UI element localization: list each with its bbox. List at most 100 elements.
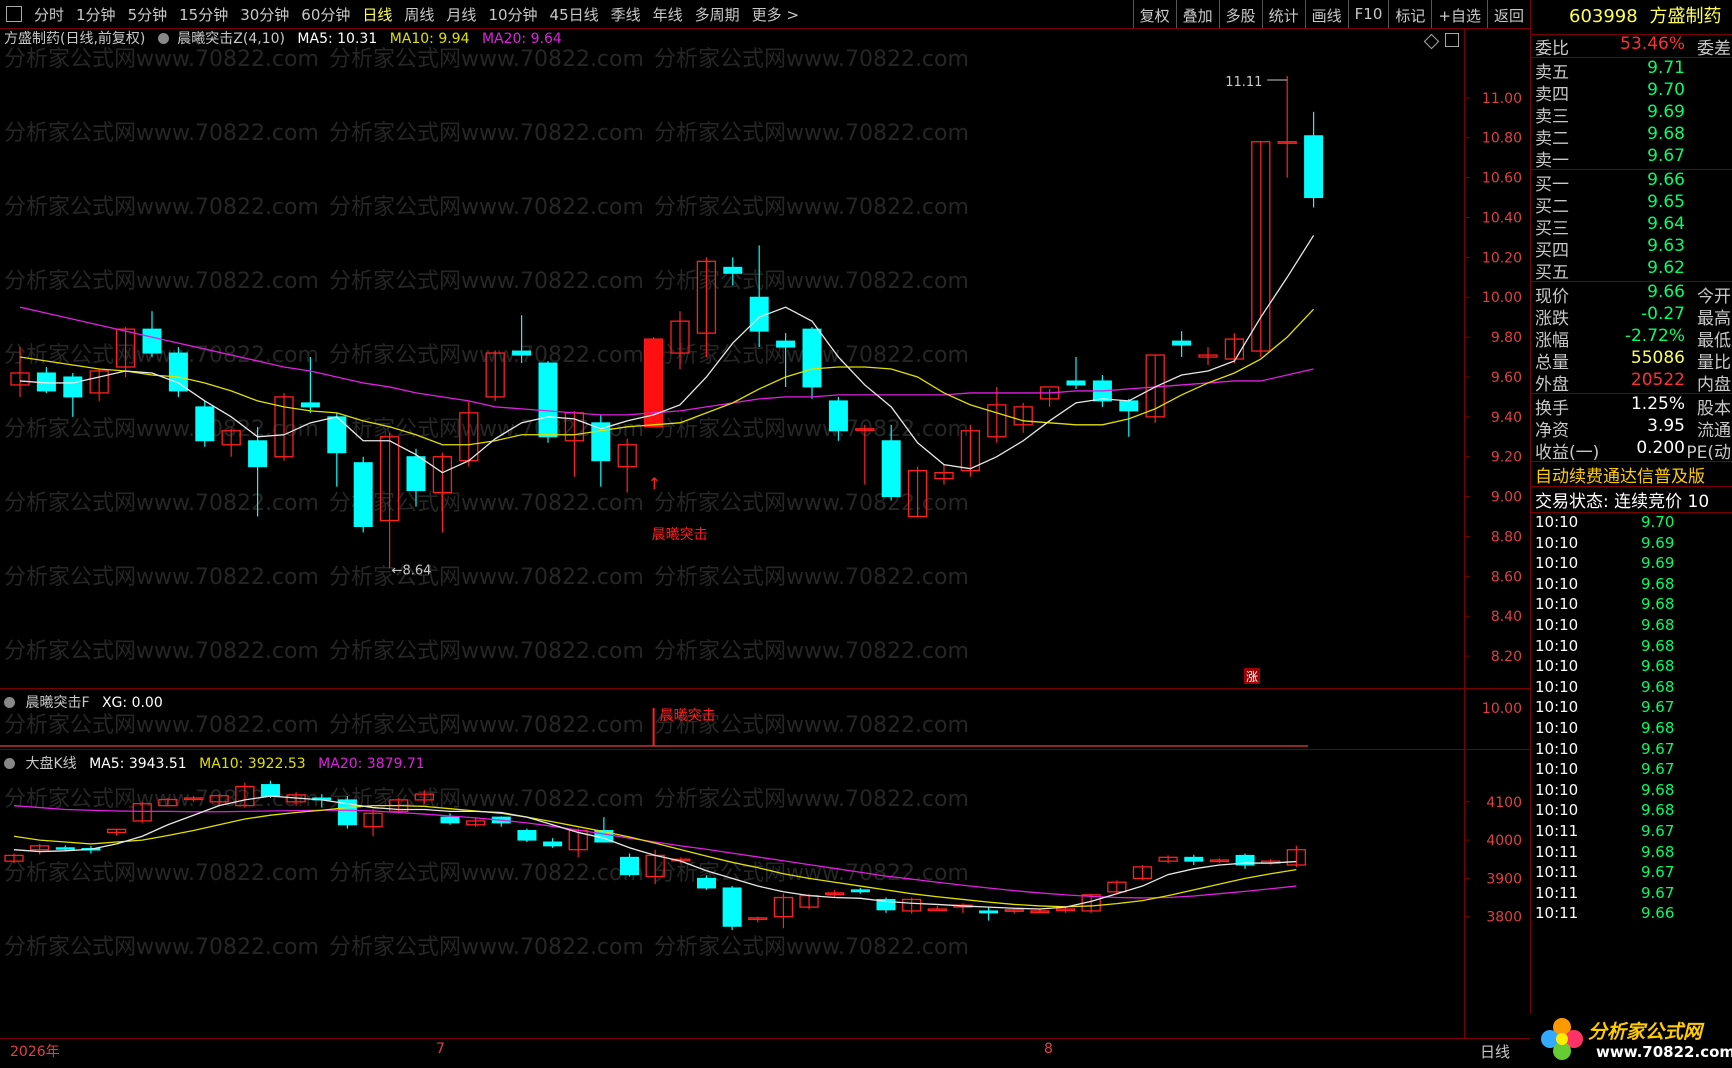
index-candle-body [260, 784, 280, 797]
watermark-text: 分析家公式网www.70822.com [4, 269, 319, 294]
quote-right-label: 委差 [1697, 39, 1731, 59]
watermark-text: 分析家公式网www.70822.com [329, 269, 644, 294]
site-logo: 分析家公式网 www.70822.com [1530, 1013, 1732, 1067]
bid-row: 买四 9.63 [1531, 236, 1732, 261]
bid-row: 买五 9.62 [1531, 258, 1732, 283]
tick-price: 9.68 [1641, 780, 1675, 799]
tick-price: 9.68 [1641, 842, 1675, 861]
low-label: ←8.64 [392, 563, 432, 578]
quote-right-label: 内盘 [1697, 375, 1731, 395]
stock-candle-body [802, 328, 822, 388]
index-y-label: 4100 [1486, 795, 1522, 811]
tick-row: 10:11 9.66 [1531, 904, 1732, 927]
quote-value: 55086 [1630, 348, 1685, 368]
trade-status: 交易状态: 连续竞价 10 [1535, 492, 1710, 511]
stat-row: 现价 9.66 今开 [1531, 282, 1732, 307]
watermark-text: 分析家公式网www.70822.com [4, 861, 319, 886]
stock-candle-body [248, 440, 268, 468]
watermark-text: 分析家公式网www.70822.com [329, 639, 644, 664]
signal-arrow-icon: ↑ [648, 474, 661, 493]
tick-time: 10:10 [1535, 574, 1579, 593]
watermark-text: 分析家公式网www.70822.com [329, 47, 644, 72]
stock-candle-body [353, 462, 373, 527]
quote-label: 委比 [1535, 39, 1569, 59]
tick-row: 10:10 9.68 [1531, 801, 1732, 824]
tick-price: 9.69 [1641, 554, 1675, 573]
y-axis-label: 10.80 [1482, 131, 1522, 147]
index-candle-body [696, 877, 716, 889]
stock-candle-body [168, 352, 188, 392]
watermark-text: 分析家公式网www.70822.com [4, 47, 319, 72]
tick-row: 10:10 9.69 [1531, 534, 1732, 557]
quote-value: -0.27 [1641, 304, 1685, 324]
tick-price: 9.68 [1641, 636, 1675, 655]
watermark-text: 分析家公式网www.70822.com [654, 787, 969, 812]
stat-row: 净资 3.95 流通 [1531, 416, 1732, 441]
y-axis-label: 10.20 [1482, 250, 1522, 266]
watermark-text: 分析家公式网www.70822.com [654, 195, 969, 220]
watermark-text: 分析家公式网www.70822.com [654, 565, 969, 590]
quote-value: 20522 [1630, 370, 1685, 390]
y-axis-label: 9.80 [1491, 330, 1522, 346]
tick-price: 9.68 [1641, 801, 1675, 820]
index-candle-body [517, 830, 537, 841]
tick-price: 9.68 [1641, 595, 1675, 614]
sub1-y-label: 10.00 [1482, 701, 1522, 717]
stock-candle-body [406, 456, 426, 492]
tick-row: 10:10 9.68 [1531, 781, 1732, 804]
tick-row: 10:11 9.67 [1531, 884, 1732, 907]
tick-time: 10:10 [1535, 554, 1579, 573]
quote-label: 收益(一) [1535, 443, 1600, 463]
tick-row: 10:10 9.69 [1531, 554, 1732, 577]
y-axis-label: 10.40 [1482, 210, 1522, 226]
tick-price: 9.67 [1641, 863, 1675, 882]
signal-label: 晨曦突击 [652, 527, 708, 543]
index-candle-body [979, 910, 999, 914]
period-label[interactable]: 日线 [1480, 1041, 1510, 1062]
tick-price: 9.68 [1641, 677, 1675, 696]
quote-right-label: PE(动 [1686, 443, 1731, 463]
bid-row: 买一 9.66 [1531, 170, 1732, 195]
tick-time: 10:11 [1535, 842, 1579, 861]
watermark-text: 分析家公式网www.70822.com [329, 861, 644, 886]
bid-row: 买二 9.65 [1531, 192, 1732, 217]
quote-value: 9.65 [1647, 192, 1685, 212]
quote-label: 卖一 [1535, 151, 1569, 171]
stock-candle-body [300, 402, 320, 408]
tick-row: 10:10 9.68 [1531, 657, 1732, 680]
stock-candle-body [1172, 340, 1192, 346]
tick-price: 9.66 [1641, 904, 1675, 923]
quote-panel: 603998 方盛制药 委比 53.46% 委差 卖五 9.71 卖四 9.70 卖三 9.69… [1530, 0, 1732, 1067]
notice-banner[interactable]: 自动续费通达信普及版 [1531, 462, 1732, 486]
quote-value: 9.62 [1647, 258, 1685, 278]
tick-price: 9.69 [1641, 533, 1675, 552]
y-axis-label: 8.60 [1491, 569, 1522, 585]
index-candle-body [620, 856, 640, 876]
y-axis-label: 8.40 [1491, 609, 1522, 625]
stat-row: 换手 1.25% 股本 [1531, 394, 1732, 419]
flower-logo-icon [1541, 1018, 1583, 1060]
stock-code: 603998 [1569, 6, 1638, 27]
tick-time: 10:11 [1535, 904, 1579, 923]
tick-row: 10:10 9.67 [1531, 698, 1732, 721]
tick-row: 10:10 9.70 [1531, 513, 1732, 536]
stat-row: 收益(一) 0.200 PE(动 [1531, 438, 1732, 463]
tick-row: 10:10 9.68 [1531, 637, 1732, 660]
tick-time: 10:10 [1535, 698, 1579, 717]
tick-time: 10:10 [1535, 513, 1579, 531]
stock-candle-body [1119, 400, 1139, 412]
stock-candle-body [538, 362, 558, 438]
watermark-text: 分析家公式网www.70822.com [329, 935, 644, 960]
index-y-label: 3800 [1486, 910, 1522, 926]
stock-candle-body [776, 340, 796, 348]
watermark-text: 分析家公式网www.70822.com [4, 417, 319, 442]
timeline-year: 2026年 [10, 1044, 60, 1060]
watermark-text: 分析家公式网www.70822.com [654, 935, 969, 960]
index-candle-body [55, 847, 75, 850]
y-axis-label: 10.00 [1482, 290, 1522, 306]
kline-chart[interactable]: 分析家公式网www.70822.com 分析家公式网www.70822.com 分析… [0, 0, 1530, 1038]
watermark-text: 分析家公式网www.70822.com [329, 713, 644, 738]
timeline-month-8: 8 [1044, 1041, 1053, 1057]
stock-candle-body [512, 350, 532, 356]
ask-row: 卖五 9.71 [1531, 58, 1732, 83]
